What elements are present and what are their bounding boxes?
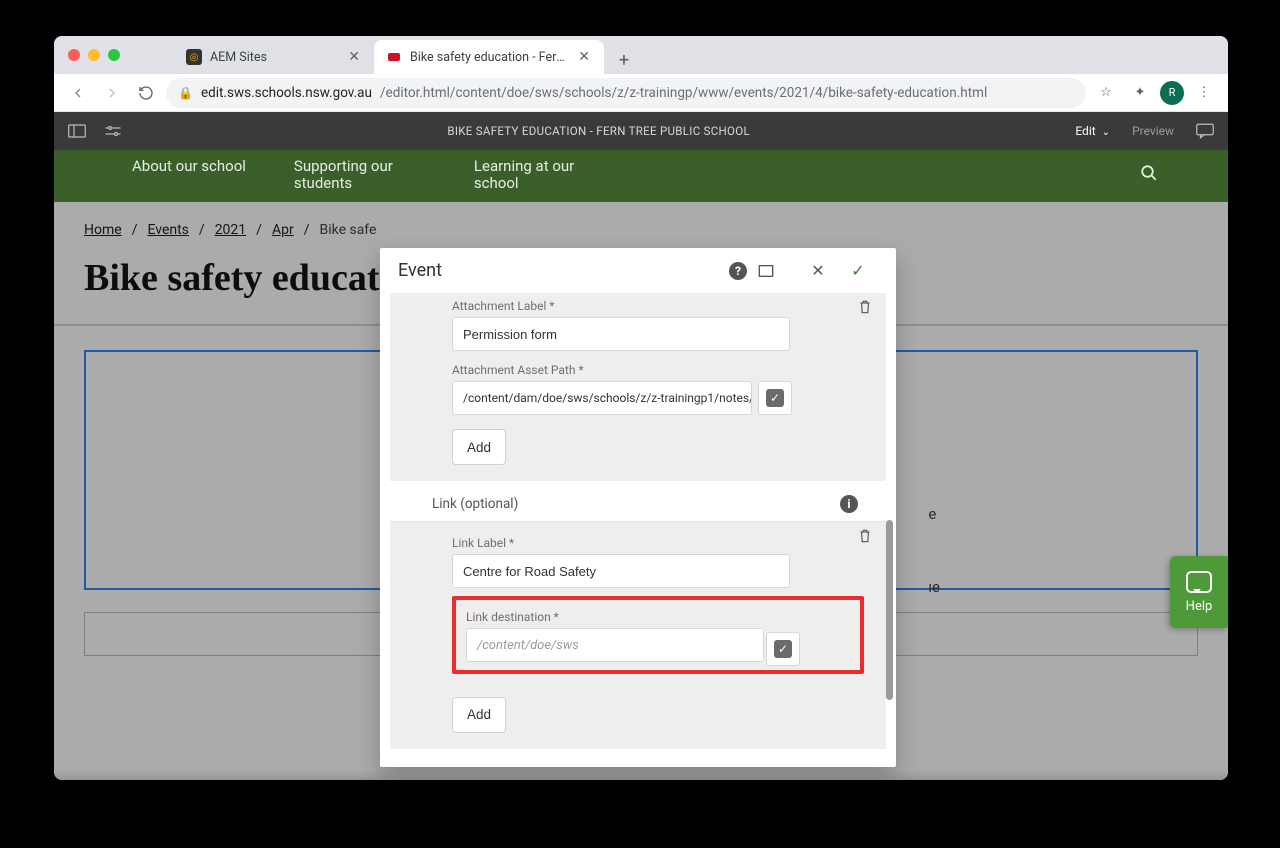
kebab-menu-icon[interactable]: ⋮ — [1190, 79, 1218, 107]
breadcrumb: Home/ Events/ 2021/ Apr/ Bike safe — [54, 202, 1228, 238]
link-label-field-label: Link Label * — [452, 536, 864, 550]
close-tab-icon[interactable]: ✕ — [346, 49, 362, 65]
chat-icon — [1186, 571, 1212, 593]
tab-aem-sites[interactable]: ◎ AEM Sites ✕ — [174, 40, 374, 74]
nav-about[interactable]: About our school — [132, 158, 246, 175]
attachment-label-input[interactable] — [452, 317, 790, 351]
dialog-help-icon[interactable]: ? — [718, 262, 758, 280]
close-window[interactable] — [68, 49, 80, 61]
crumb-current: Bike safe — [319, 222, 376, 238]
crumb-events[interactable]: Events — [147, 222, 188, 238]
help-widget[interactable]: Help — [1170, 556, 1228, 628]
page-content-area: Home/ Events/ 2021/ Apr/ Bike safe Bike … — [54, 202, 1228, 780]
favicon-doe-icon — [386, 49, 402, 65]
nav-learning[interactable]: Learning at our school — [474, 158, 606, 193]
info-icon[interactable]: i — [840, 495, 858, 513]
browser-window: ◎ AEM Sites ✕ Bike safety education - Fe… — [54, 36, 1228, 780]
event-dialog: Event ? ✕ ✓ Attachment Label — [380, 248, 896, 767]
trash-icon[interactable] — [858, 299, 872, 315]
attachment-section: Attachment Label * Attachment Asset Path… — [390, 293, 886, 481]
attachment-label-field-label: Attachment Label * — [452, 299, 864, 313]
link-label-input[interactable] — [452, 554, 790, 588]
preview-button[interactable]: Preview — [1132, 124, 1174, 138]
back-button[interactable] — [64, 79, 92, 107]
new-tab-button[interactable]: + — [610, 46, 638, 74]
aem-page-title: BIKE SAFETY EDUCATION - FERN TREE PUBLIC… — [122, 124, 1075, 138]
tab-title: Bike safety education - Fern Tr — [410, 50, 568, 65]
link-section: Link Label * Link destination * /content… — [390, 521, 886, 749]
search-icon[interactable] — [1140, 158, 1158, 182]
address-bar[interactable]: 🔒 edit.sws.schools.nsw.gov.au/editor.htm… — [166, 78, 1086, 108]
tab-strip: ◎ AEM Sites ✕ Bike safety education - Fe… — [54, 36, 1228, 74]
edit-mode-dropdown[interactable]: Edit⌄ — [1075, 124, 1110, 138]
maximize-window[interactable] — [108, 49, 120, 61]
help-label: Help — [1186, 599, 1213, 614]
forward-button[interactable] — [98, 79, 126, 107]
crumb-home[interactable]: Home — [84, 222, 122, 238]
chevron-down-icon: ⌄ — [1102, 127, 1110, 138]
partially-visible-text: e ıe — [928, 504, 940, 650]
link-section-label: Link (optional) — [432, 496, 518, 512]
dialog-header: Event ? ✕ ✓ — [380, 248, 896, 293]
dialog-body: Attachment Label * Attachment Asset Path… — [380, 293, 896, 767]
link-destination-input[interactable]: /content/doe/sws — [466, 628, 764, 662]
site-nav: About our school Supporting our students… — [54, 150, 1228, 202]
profile-avatar[interactable]: R — [1160, 81, 1184, 105]
browser-toolbar: 🔒 edit.sws.schools.nsw.gov.au/editor.htm… — [54, 74, 1228, 112]
settings-icon[interactable] — [104, 124, 122, 138]
lock-icon: 🔒 — [178, 86, 193, 100]
path-picker-button[interactable]: ✓ — [758, 381, 792, 415]
url-path: /editor.html/content/doe/sws/schools/z/z… — [380, 85, 987, 101]
attachment-path-input[interactable]: /content/dam/doe/sws/schools/z/z-trainin… — [452, 381, 752, 415]
crumb-2021[interactable]: 2021 — [215, 222, 246, 238]
attachment-path-field-label: Attachment Asset Path * — [452, 363, 864, 377]
crumb-apr[interactable]: Apr — [272, 222, 294, 238]
nav-supporting[interactable]: Supporting our students — [294, 158, 426, 193]
favicon-aem-icon: ◎ — [186, 49, 202, 65]
add-link-button[interactable]: Add — [452, 697, 506, 733]
tab-bike-safety[interactable]: Bike safety education - Fern Tr ✕ — [374, 40, 604, 74]
add-attachment-button[interactable]: Add — [452, 429, 506, 465]
close-tab-icon[interactable]: ✕ — [576, 49, 592, 65]
panel-toggle-icon[interactable] — [68, 124, 86, 138]
bottom-shadow — [54, 770, 1228, 780]
link-path-picker-button[interactable]: ✓ — [766, 632, 800, 666]
dialog-scrollbar[interactable] — [886, 520, 893, 700]
minimize-window[interactable] — [88, 49, 100, 61]
link-section-header: Link (optional) i — [390, 481, 886, 521]
bookmark-star-icon[interactable]: ☆ — [1092, 79, 1120, 107]
annotate-icon[interactable] — [1196, 123, 1214, 139]
trash-icon[interactable] — [858, 528, 872, 544]
link-destination-field-label: Link destination * — [466, 610, 850, 624]
aem-top-bar: BIKE SAFETY EDUCATION - FERN TREE PUBLIC… — [54, 112, 1228, 150]
reload-button[interactable] — [132, 79, 160, 107]
fullscreen-icon[interactable] — [758, 264, 798, 278]
dialog-title: Event — [398, 260, 442, 281]
url-host: edit.sws.schools.nsw.gov.au — [201, 85, 372, 101]
extensions-icon[interactable]: ✦ — [1126, 79, 1154, 107]
window-controls — [54, 36, 134, 74]
confirm-dialog-icon[interactable]: ✓ — [838, 261, 878, 280]
close-dialog-icon[interactable]: ✕ — [798, 261, 838, 280]
tab-title: AEM Sites — [210, 50, 338, 65]
